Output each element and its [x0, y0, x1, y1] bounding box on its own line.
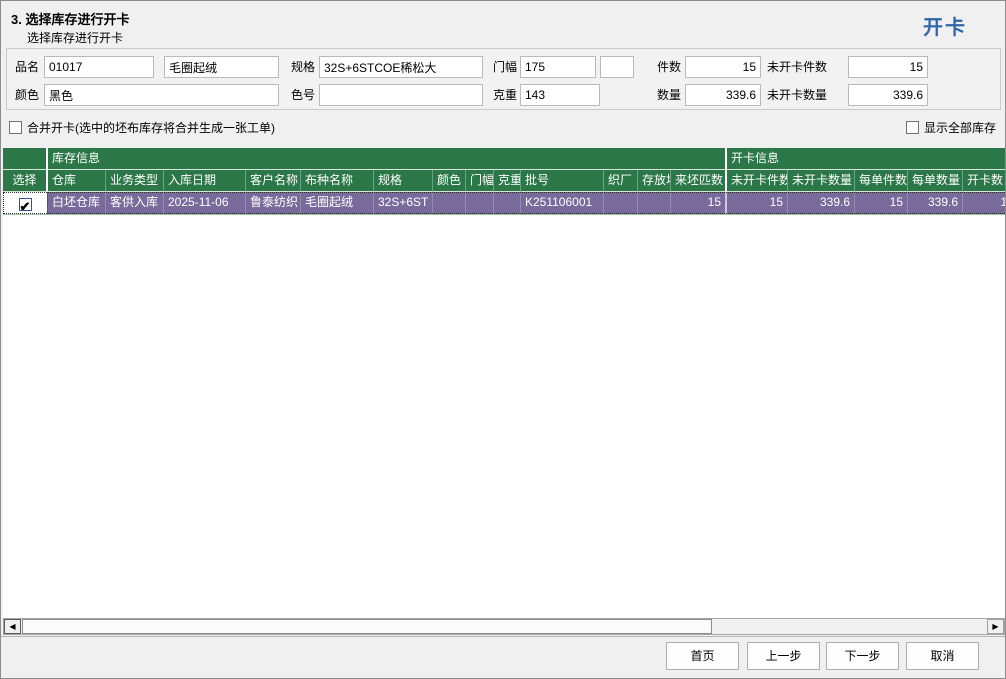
merge-checkbox-box[interactable] [9, 121, 22, 134]
col-header-color[interactable]: 颜色 [433, 170, 466, 192]
step-title: 3. 选择库存进行开卡 [11, 9, 129, 28]
col-header-warehouse[interactable]: 仓库 [48, 170, 106, 192]
cell-inbound-date: 2025-11-06 [164, 192, 246, 214]
show-all-checkbox-box[interactable] [906, 121, 919, 134]
cell-width [466, 192, 494, 214]
color-no-field[interactable] [319, 84, 483, 106]
color-label: 颜色 [15, 84, 39, 106]
col-header-per-order-qty[interactable]: 每单数量 [908, 170, 963, 192]
pieces-label: 件数 [657, 56, 681, 78]
product-name-label: 品名 [15, 56, 39, 78]
cell-location [638, 192, 671, 214]
next-step-button[interactable]: 下一步 [826, 642, 899, 670]
options-row: 合并开卡(选中的坯布库存将合并生成一张工单) 显示全部库存 [1, 119, 1005, 135]
merge-checkbox-label: 合并开卡(选中的坯布库存将合并生成一张工单) [27, 121, 275, 135]
grid-empty-area [3, 214, 1005, 618]
home-button[interactable]: 首页 [666, 642, 739, 670]
col-header-location[interactable]: 存放地 [638, 170, 671, 192]
cell-spec: 32S+6ST [374, 192, 433, 214]
group-header-opencard: 开卡信息 [727, 148, 1005, 170]
cell-customer: 鲁泰纺织 [246, 192, 301, 214]
col-header-unopened-qty[interactable]: 未开卡数量 [788, 170, 855, 192]
row-select-cell[interactable] [3, 192, 48, 214]
cancel-button[interactable]: 取消 [906, 642, 979, 670]
horizontal-scrollbar[interactable]: ◀ ▶ [3, 618, 1005, 635]
col-header-select[interactable]: 选择 [3, 170, 48, 192]
page-badge: 开卡 [923, 11, 967, 40]
open-card-wizard-window: 3. 选择库存进行开卡 选择库存进行开卡 开卡 品名 规格 门幅 件数 未开卡件… [0, 0, 1006, 679]
cell-weight [494, 192, 521, 214]
col-header-fabric-name[interactable]: 布种名称 [301, 170, 374, 192]
group-header-inventory: 库存信息 [48, 148, 727, 170]
inventory-summary-form: 品名 规格 门幅 件数 未开卡件数 颜色 色号 克重 数量 未开卡数量 [6, 48, 1001, 110]
unopened-pieces-field[interactable] [848, 56, 928, 78]
color-no-label: 色号 [291, 84, 315, 106]
show-all-checkbox-label: 显示全部库存 [924, 121, 996, 135]
gram-weight-field[interactable] [520, 84, 600, 106]
grid-group-header-row: 库存信息 开卡信息 [3, 148, 1005, 170]
fabric-width-label: 门幅 [493, 56, 517, 78]
grid-column-header-row: 选择 仓库 业务类型 入库日期 客户名称 布种名称 规格 颜色 门幅 克重 批号… [3, 170, 1005, 192]
gram-weight-label: 克重 [493, 84, 517, 106]
footer-bar: 首页 上一步 下一步 取消 [1, 636, 1005, 678]
spec-label: 规格 [291, 56, 315, 78]
cell-per-order-qty: 339.6 [908, 192, 963, 214]
col-header-inbound-date[interactable]: 入库日期 [164, 170, 246, 192]
col-header-mill[interactable]: 织厂 [604, 170, 638, 192]
fabric-width-extra-field[interactable] [600, 56, 634, 78]
scroll-right-arrow-icon[interactable]: ▶ [987, 619, 1004, 634]
unopened-pieces-label: 未开卡件数 [767, 56, 827, 78]
cell-warehouse: 白坯仓库 [48, 192, 106, 214]
cell-open-card-qty: 1 [963, 192, 1005, 214]
cell-mill [604, 192, 638, 214]
col-header-spec[interactable]: 规格 [374, 170, 433, 192]
cell-incoming-rolls: 15 [671, 192, 727, 214]
col-header-width[interactable]: 门幅 [466, 170, 494, 192]
group-header-blank [3, 148, 48, 170]
cell-biz-type: 客供入库 [106, 192, 164, 214]
show-all-inventory-checkbox[interactable]: 显示全部库存 [906, 119, 996, 136]
prev-step-button[interactable]: 上一步 [747, 642, 820, 670]
product-code-field[interactable] [44, 56, 154, 78]
col-header-unopened-pieces[interactable]: 未开卡件数 [727, 170, 788, 192]
product-name-field[interactable] [164, 56, 279, 78]
row-select-checkbox[interactable] [19, 198, 32, 211]
qty-field[interactable] [685, 84, 761, 106]
cell-per-order-pieces: 15 [855, 192, 908, 214]
merge-open-card-checkbox[interactable]: 合并开卡(选中的坯布库存将合并生成一张工单) [9, 119, 275, 136]
cell-unopened-qty: 339.6 [788, 192, 855, 214]
col-header-weight[interactable]: 克重 [494, 170, 521, 192]
step-subtitle: 选择库存进行开卡 [27, 29, 123, 46]
cell-unopened-pieces: 15 [727, 192, 788, 214]
cell-fabric-name: 毛圈起绒 [301, 192, 374, 214]
col-header-open-card-qty[interactable]: 开卡数 [963, 170, 1005, 192]
qty-label: 数量 [657, 84, 681, 106]
col-header-batch-no[interactable]: 批号 [521, 170, 604, 192]
unopened-qty-field[interactable] [848, 84, 928, 106]
pieces-field[interactable] [685, 56, 761, 78]
cell-batch-no: K251106001 [521, 192, 604, 214]
fabric-width-field[interactable] [520, 56, 596, 78]
col-header-incoming-rolls[interactable]: 来坯匹数 [671, 170, 727, 192]
inventory-row[interactable]: 白坯仓库 客供入库 2025-11-06 鲁泰纺织 毛圈起绒 32S+6ST K… [3, 192, 1005, 214]
spec-field[interactable] [319, 56, 483, 78]
cell-color [433, 192, 466, 214]
col-header-customer[interactable]: 客户名称 [246, 170, 301, 192]
inventory-grid: 库存信息 开卡信息 选择 仓库 业务类型 入库日期 客户名称 布种名称 规格 颜… [3, 148, 1005, 618]
scroll-left-arrow-icon[interactable]: ◀ [4, 619, 21, 634]
scrollbar-thumb[interactable] [22, 619, 712, 634]
col-header-per-order-pieces[interactable]: 每单件数 [855, 170, 908, 192]
col-header-biz-type[interactable]: 业务类型 [106, 170, 164, 192]
unopened-qty-label: 未开卡数量 [767, 84, 827, 106]
color-field[interactable] [44, 84, 279, 106]
